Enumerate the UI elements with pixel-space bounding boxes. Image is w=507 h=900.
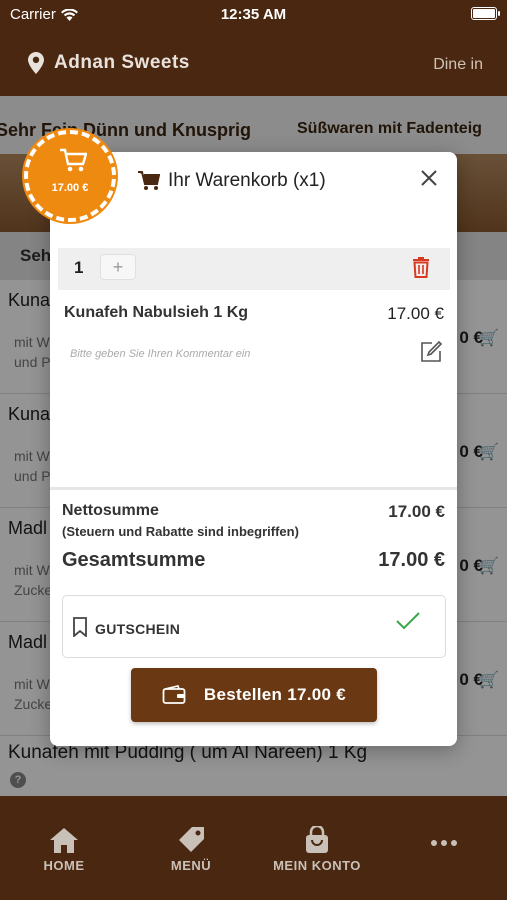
tab-account[interactable]: MEIN KONTO: [262, 826, 372, 873]
check-icon[interactable]: [395, 610, 421, 632]
battery-icon: [471, 7, 500, 20]
location-pin-icon: [28, 52, 44, 74]
tab-more[interactable]: [389, 838, 499, 848]
comment-input[interactable]: Bitte geben Sie Ihren Kommentar ein: [70, 348, 250, 360]
quantity-bar: 1 +: [58, 248, 450, 290]
net-total-note: (Steuern und Rabatte sind inbegriffen): [62, 524, 299, 539]
cart-icon: [60, 148, 87, 172]
coupon-label: GUTSCHEIN: [95, 621, 181, 637]
tab-menu-label: MENÜ: [170, 858, 212, 873]
bookmark-icon: [73, 617, 87, 637]
close-button[interactable]: [415, 164, 443, 192]
tab-account-label: MEIN KONTO: [273, 858, 361, 873]
cart-badge-price: 17.00 €: [51, 182, 89, 194]
tab-menu[interactable]: MENÜ: [136, 826, 246, 873]
edit-comment-button[interactable]: [419, 340, 443, 369]
cart-badge[interactable]: 17.00 €: [24, 130, 116, 222]
tag-icon: [179, 827, 204, 852]
restaurant-name: Adnan Sweets: [54, 52, 190, 73]
order-button[interactable]: Bestellen 17.00 €: [131, 668, 377, 722]
cart-item-name: Kunafeh Nabulsieh 1 Kg: [64, 304, 249, 321]
increase-quantity-button[interactable]: +: [100, 254, 136, 280]
clock: 12:35 AM: [220, 6, 287, 23]
cart-item-price: 17.00 €: [387, 304, 444, 323]
status-bar: Carrier 12:35 AM: [0, 0, 507, 30]
more-icon: [431, 840, 457, 846]
delete-button[interactable]: [412, 256, 430, 283]
coupon-field[interactable]: GUTSCHEIN: [62, 595, 446, 658]
edit-icon: [421, 340, 443, 362]
cart-title: Ihr Warenkorb (x1): [138, 170, 326, 192]
restaurant-selector[interactable]: Adnan Sweets: [28, 52, 190, 74]
net-total-value: 17.00 €: [388, 502, 445, 521]
app-header: Adnan Sweets Dine in: [0, 30, 507, 96]
bag-icon: [306, 826, 328, 853]
trash-icon: [413, 257, 429, 278]
net-total-label: Nettosumme: [62, 502, 159, 519]
home-icon: [50, 828, 78, 853]
grand-total-value: 17.00 €: [378, 549, 445, 571]
tab-home-label: HOME: [43, 858, 85, 873]
dine-mode-toggle[interactable]: Dine in: [433, 56, 483, 74]
tab-home[interactable]: HOME: [9, 826, 119, 873]
grand-total-label: Gesamtsumme: [62, 549, 206, 571]
order-button-label: Bestellen 17.00 €: [203, 685, 347, 704]
quantity-value: 1: [74, 258, 84, 277]
close-icon: [421, 170, 437, 186]
wallet-icon: [162, 685, 186, 704]
cart-icon: [138, 171, 160, 190]
divider: [50, 487, 457, 490]
cart-title-text: Ihr Warenkorb (x1): [168, 170, 326, 191]
cart-modal: Ihr Warenkorb (x1) 1 + Kunafeh Nabulsieh…: [50, 152, 457, 746]
bottom-tab-bar: HOME MENÜ MEIN KONTO: [0, 796, 507, 900]
